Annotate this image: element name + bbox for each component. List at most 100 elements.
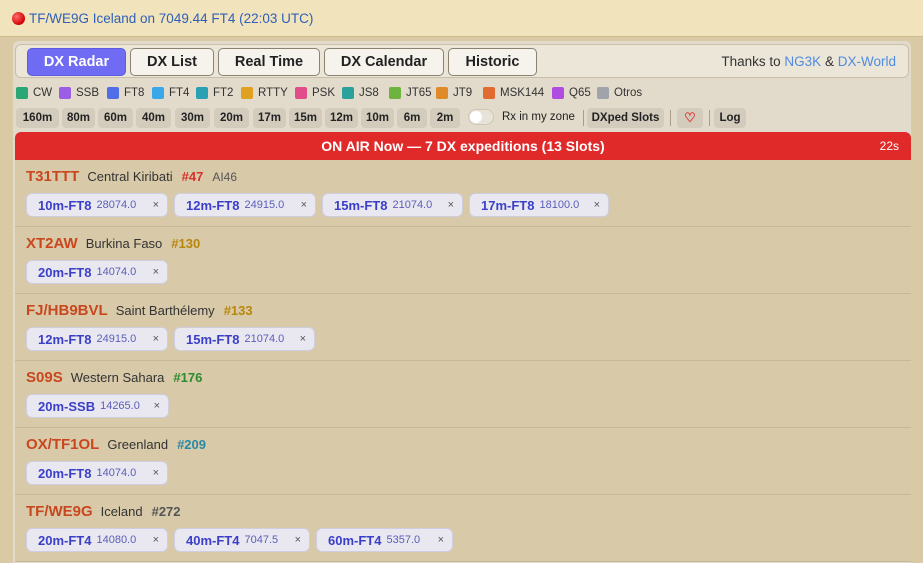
expedition-header: XT2AW Burkina Faso #130 bbox=[26, 235, 209, 252]
main-panel: DX Radar DX List Real Time DX Calendar H… bbox=[13, 41, 911, 563]
callsign[interactable]: S09S bbox=[26, 369, 63, 386]
favorites-button[interactable]: ♡ bbox=[677, 108, 703, 128]
callsign[interactable]: OX/TF1OL bbox=[26, 436, 99, 453]
slot-chip[interactable]: 12m-FT8 24915.0 × bbox=[174, 193, 316, 217]
slot-chip[interactable]: 12m-FT8 24915.0 × bbox=[26, 327, 168, 351]
mode-toggle-ssb[interactable]: SSB bbox=[59, 87, 99, 99]
close-icon[interactable]: × bbox=[153, 266, 159, 278]
rx-zone-toggle[interactable] bbox=[468, 109, 494, 125]
slot-chip[interactable]: 20m-FT8 14074.0 × bbox=[26, 260, 168, 284]
mode-label: JS8 bbox=[359, 87, 379, 99]
slot-band: 17m-FT8 bbox=[481, 197, 535, 213]
slot-chip[interactable]: 20m-FT4 14080.0 × bbox=[26, 528, 168, 552]
color-swatch bbox=[483, 87, 495, 99]
mode-toggle-ft4[interactable]: FT4 bbox=[152, 87, 189, 99]
tab-dx-list[interactable]: DX List bbox=[130, 48, 214, 76]
tab-historic[interactable]: Historic bbox=[448, 48, 537, 76]
mode-label: RTTY bbox=[258, 87, 288, 99]
slot-band: 10m-FT8 bbox=[38, 197, 92, 213]
slot-chip[interactable]: 20m-SSB 14265.0 × bbox=[26, 394, 169, 418]
close-icon[interactable]: × bbox=[438, 534, 444, 546]
slot-chip[interactable]: 15m-FT8 21074.0 × bbox=[322, 193, 463, 217]
country-name: Saint Barthélemy bbox=[115, 303, 215, 318]
mode-toggle-jt65[interactable]: JT65 bbox=[389, 87, 432, 99]
mode-label: JT9 bbox=[453, 87, 473, 99]
grid-locator: AI46 bbox=[212, 170, 237, 184]
close-icon[interactable]: × bbox=[154, 400, 160, 412]
country-name: Central Kiribati bbox=[87, 169, 173, 184]
slot-chip[interactable]: 60m-FT4 5357.0 × bbox=[316, 528, 453, 552]
mode-label: SSB bbox=[76, 87, 100, 99]
mode-toggle-ft2[interactable]: FT2 bbox=[196, 87, 233, 99]
slot-band: 40m-FT4 bbox=[186, 532, 240, 548]
mode-toggle-rtty[interactable]: RTTY bbox=[241, 87, 288, 99]
color-swatch bbox=[295, 87, 307, 99]
close-icon[interactable]: × bbox=[448, 199, 454, 211]
band-button-17m[interactable]: 17m bbox=[253, 108, 286, 128]
rank-badge: #133 bbox=[223, 303, 253, 318]
ng3k-link[interactable]: NG3K bbox=[784, 54, 821, 69]
color-swatch bbox=[241, 87, 253, 99]
rank-badge: #209 bbox=[177, 437, 206, 452]
band-button-6m[interactable]: 6m bbox=[397, 108, 427, 128]
mode-label: Otros bbox=[614, 87, 643, 99]
band-button-40m[interactable]: 40m bbox=[136, 108, 171, 128]
band-button-20m[interactable]: 20m bbox=[214, 108, 249, 128]
dx-world-link[interactable]: DX-World bbox=[838, 54, 896, 69]
status-text[interactable]: TF/WE9G Iceland on 7049.44 FT4 (22:03 UT… bbox=[29, 11, 313, 26]
callsign[interactable]: T31TTT bbox=[26, 168, 79, 185]
mode-toggle-psk[interactable]: PSK bbox=[295, 87, 335, 99]
color-swatch bbox=[59, 87, 71, 99]
mode-toggle-jt9[interactable]: JT9 bbox=[436, 87, 472, 99]
rx-zone-label: Rx in my zone bbox=[502, 111, 575, 123]
color-swatch bbox=[389, 87, 401, 99]
close-icon[interactable]: × bbox=[153, 467, 159, 479]
mode-toggle-otros[interactable]: Otros bbox=[597, 87, 642, 99]
tab-dx-calendar[interactable]: DX Calendar bbox=[324, 48, 444, 76]
color-swatch bbox=[552, 87, 564, 99]
band-button-160m[interactable]: 160m bbox=[16, 108, 59, 128]
dxped-slots-button[interactable]: DXped Slots bbox=[587, 108, 664, 128]
band-button-80m[interactable]: 80m bbox=[62, 108, 95, 128]
slot-band: 20m-FT8 bbox=[38, 264, 92, 280]
close-icon[interactable]: × bbox=[301, 199, 307, 211]
slot-band: 12m-FT8 bbox=[38, 331, 92, 347]
close-icon[interactable]: × bbox=[300, 333, 306, 345]
callsign[interactable]: TF/WE9G bbox=[26, 503, 93, 520]
callsign[interactable]: FJ/HB9BVL bbox=[26, 302, 108, 319]
color-swatch bbox=[196, 87, 208, 99]
slot-chip[interactable]: 10m-FT8 28074.0 × bbox=[26, 193, 168, 217]
slot-frequency: 5357.0 bbox=[386, 534, 421, 546]
credits-prefix: Thanks to bbox=[721, 54, 781, 69]
slot-chip[interactable]: 15m-FT8 21074.0 × bbox=[174, 327, 315, 351]
band-button-30m[interactable]: 30m bbox=[175, 108, 210, 128]
band-button-60m[interactable]: 60m bbox=[98, 108, 133, 128]
expedition-header: TF/WE9G Iceland #272 bbox=[26, 503, 190, 520]
band-button-10m[interactable]: 10m bbox=[361, 108, 394, 128]
mode-toggle-q65[interactable]: Q65 bbox=[552, 87, 591, 99]
mode-toggle-msk144[interactable]: MSK144 bbox=[483, 87, 544, 99]
close-icon[interactable]: × bbox=[153, 199, 159, 211]
close-icon[interactable]: × bbox=[153, 534, 159, 546]
callsign[interactable]: XT2AW bbox=[26, 235, 78, 252]
mode-toggle-js8[interactable]: JS8 bbox=[342, 87, 379, 99]
close-icon[interactable]: × bbox=[295, 534, 301, 546]
band-button-15m[interactable]: 15m bbox=[289, 108, 322, 128]
band-button-2m[interactable]: 2m bbox=[430, 108, 460, 128]
log-button[interactable]: Log bbox=[714, 108, 746, 128]
expedition-row: S09S Western Sahara #176 20m-SSB 14265.0 × bbox=[15, 361, 911, 428]
close-icon[interactable]: × bbox=[594, 199, 600, 211]
expedition-row: FJ/HB9BVL Saint Barthélemy #133 12m-FT8 2491… bbox=[15, 294, 911, 361]
mode-toggle-cw[interactable]: CW bbox=[16, 87, 52, 99]
rank-badge: #272 bbox=[151, 504, 181, 519]
mode-toggle-ft8[interactable]: FT8 bbox=[107, 87, 144, 99]
band-button-12m[interactable]: 12m bbox=[325, 108, 358, 128]
slot-frequency: 14074.0 bbox=[96, 266, 137, 278]
tab-real-time[interactable]: Real Time bbox=[218, 48, 320, 76]
slot-chip[interactable]: 17m-FT8 18100.0 × bbox=[469, 193, 609, 217]
slot-chip[interactable]: 40m-FT4 7047.5 × bbox=[174, 528, 310, 552]
tab-dx-radar[interactable]: DX Radar bbox=[27, 48, 126, 76]
close-icon[interactable]: × bbox=[153, 333, 159, 345]
slot-chip[interactable]: 20m-FT8 14074.0 × bbox=[26, 461, 168, 485]
slot-frequency: 7047.5 bbox=[244, 534, 279, 546]
